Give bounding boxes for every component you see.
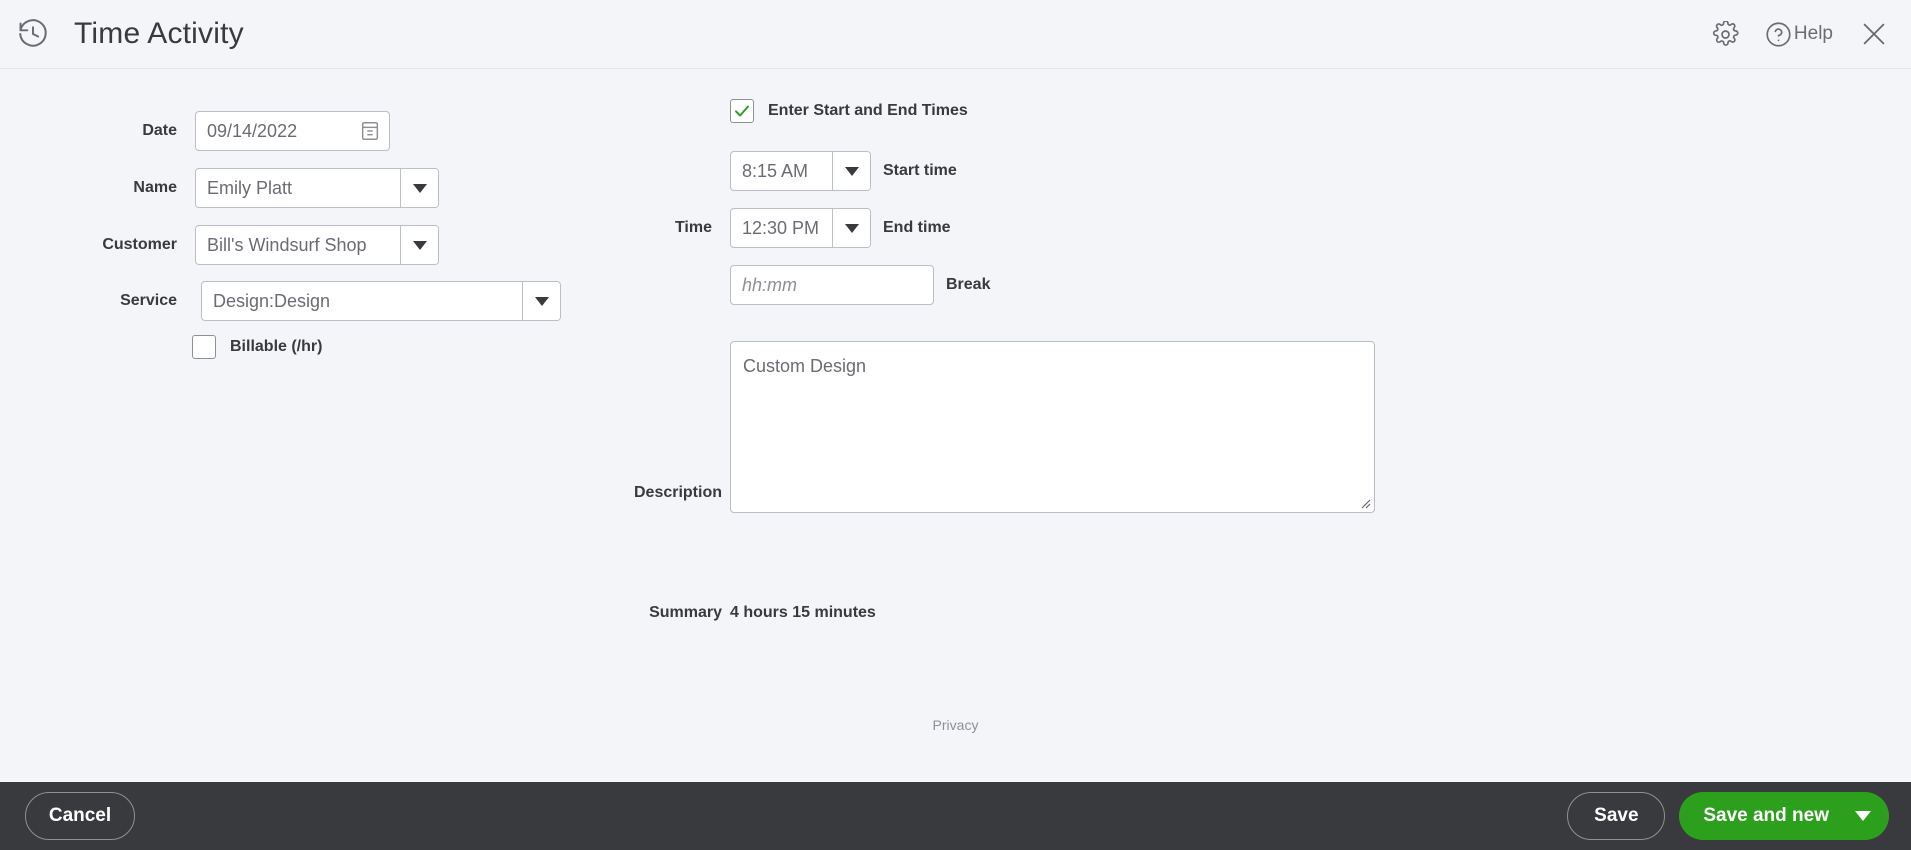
customer-dropdown-button[interactable] — [400, 226, 438, 264]
date-value[interactable]: 09/14/2022 — [196, 121, 359, 142]
chevron-down-icon — [534, 296, 549, 306]
start-time-dropdown-button[interactable] — [832, 152, 870, 190]
chevron-down-icon — [844, 166, 859, 176]
billable-row: Billable (/hr) — [192, 335, 322, 359]
start-time-value[interactable]: 8:15 AM — [731, 161, 832, 182]
break-label: Break — [946, 276, 991, 293]
break-field[interactable]: hh:mm — [730, 265, 934, 305]
chevron-down-icon — [844, 223, 859, 233]
close-icon[interactable] — [1859, 19, 1889, 49]
service-value[interactable]: Design:Design — [202, 291, 522, 312]
name-row: Name Emily Platt — [60, 168, 439, 208]
name-label: Name — [133, 179, 177, 196]
name-field[interactable]: Emily Platt — [195, 168, 439, 208]
service-dropdown-button[interactable] — [522, 282, 560, 320]
customer-field[interactable]: Bill's Windsurf Shop — [195, 225, 439, 265]
service-label: Service — [120, 292, 177, 309]
enter-times-label: Enter Start and End Times — [768, 102, 968, 119]
break-value[interactable]: hh:mm — [731, 275, 933, 296]
name-dropdown-button[interactable] — [400, 169, 438, 207]
help-circle-icon — [1765, 21, 1792, 48]
history-clock-icon — [16, 17, 50, 51]
billable-checkbox[interactable] — [192, 335, 216, 359]
end-time-field[interactable]: 12:30 PM — [730, 208, 871, 248]
enter-times-checkbox[interactable] — [730, 99, 754, 123]
description-textarea[interactable]: Custom Design — [730, 341, 1375, 513]
enter-times-row: Enter Start and End Times — [730, 99, 968, 123]
end-time-label: End time — [883, 219, 951, 236]
cancel-button[interactable]: Cancel — [25, 792, 135, 840]
chevron-down-icon — [412, 183, 427, 193]
start-time-field[interactable]: 8:15 AM — [730, 151, 871, 191]
help-button[interactable]: Help — [1765, 21, 1833, 48]
dialog-header: Time Activity Help — [0, 0, 1911, 69]
footer-right-actions: Save Save and new — [1567, 792, 1889, 840]
customer-label: Customer — [102, 236, 177, 253]
start-time-label: Start time — [883, 162, 957, 179]
description-value[interactable]: Custom Design — [743, 356, 866, 377]
help-label: Help — [1793, 23, 1833, 44]
summary-label: Summary — [649, 604, 722, 621]
date-field[interactable]: 09/14/2022 — [195, 111, 390, 151]
dialog-footer: Cancel Save Save and new — [0, 782, 1911, 850]
chevron-down-icon — [412, 240, 427, 250]
page-title: Time Activity — [74, 17, 244, 50]
resize-grip-icon[interactable] — [1357, 495, 1371, 509]
end-time-value[interactable]: 12:30 PM — [731, 218, 832, 239]
save-and-new-label: Save and new — [1703, 805, 1829, 826]
service-field[interactable]: Design:Design — [201, 281, 561, 321]
chevron-down-icon[interactable] — [1855, 811, 1871, 821]
summary-value: 4 hours 15 minutes — [730, 604, 876, 621]
header-actions: Help — [1712, 19, 1889, 49]
privacy-link[interactable]: Privacy — [0, 717, 1911, 733]
name-value[interactable]: Emily Platt — [196, 178, 400, 199]
customer-row: Customer Bill's Windsurf Shop — [60, 225, 439, 265]
description-label: Description — [633, 484, 722, 501]
billable-label: Billable (/hr) — [230, 338, 323, 355]
break-row: hh:mm Break — [730, 265, 990, 305]
form-area: Date 09/14/2022 Name Emily Platt Custome… — [0, 69, 1911, 782]
check-icon — [735, 105, 749, 117]
date-row: Date 09/14/2022 — [60, 111, 390, 151]
date-label: Date — [142, 122, 177, 139]
service-row: Service Design:Design — [60, 281, 561, 321]
end-time-dropdown-button[interactable] — [832, 209, 870, 247]
gear-icon[interactable] — [1712, 20, 1739, 48]
save-and-new-button[interactable]: Save and new — [1679, 792, 1889, 840]
save-button[interactable]: Save — [1567, 792, 1666, 840]
end-time-row: Time 12:30 PM End time — [620, 208, 951, 248]
time-label: Time — [674, 219, 712, 236]
calendar-picker-icon[interactable] — [359, 120, 381, 142]
start-time-row: 8:15 AM Start time — [730, 151, 957, 191]
customer-value[interactable]: Bill's Windsurf Shop — [196, 235, 400, 256]
